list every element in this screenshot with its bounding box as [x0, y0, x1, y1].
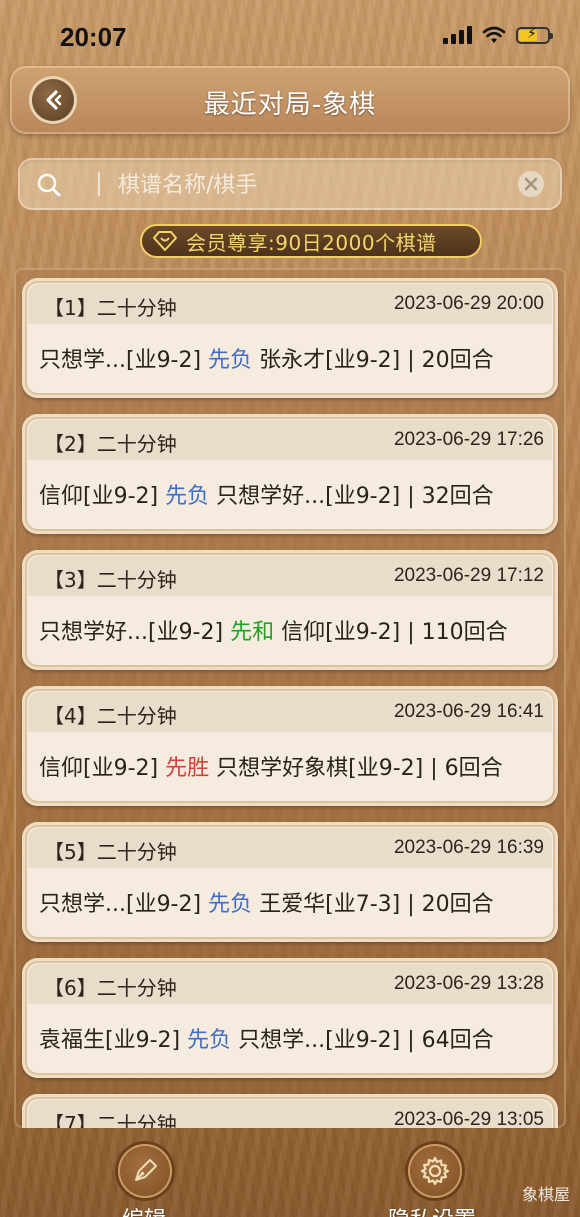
edit-label: 编辑 — [122, 1202, 166, 1217]
game-summary: 袁福生[业9-2] 先负 只想学...[业9-2] | 64回合 — [39, 1022, 494, 1054]
game-index: 【1】 — [44, 296, 97, 320]
game-result: 先负 — [208, 348, 253, 373]
wifi-icon — [482, 26, 506, 43]
move-count: | 6回合 — [430, 756, 503, 781]
header-bar: 最近对局-象棋 — [10, 66, 570, 134]
game-card[interactable]: 【6】二十分钟 2023-06-29 13:28 袁福生[业9-2] 先负 只想学.… — [22, 958, 558, 1078]
player-first: 只想学...[业9-2] — [39, 892, 202, 917]
gear-icon — [420, 1156, 450, 1186]
player-second: 只想学...[业9-2] — [238, 1028, 401, 1053]
game-datetime: 2023-06-29 16:39 — [393, 837, 544, 858]
game-result: 先负 — [187, 1028, 232, 1053]
game-index: 【2】 — [44, 432, 97, 456]
game-datetime: 2023-06-29 13:28 — [393, 973, 544, 994]
search-box[interactable] — [18, 158, 562, 210]
move-count: | 32回合 — [407, 484, 494, 509]
game-card-header: 【7】二十分钟 2023-06-29 13:05 — [28, 1100, 552, 1128]
player-second: 只想学好象棋[业9-2] — [216, 756, 424, 781]
game-index: 【4】 — [44, 704, 97, 728]
game-card[interactable]: 【2】二十分钟 2023-06-29 17:26 信仰[业9-2] 先负 只想学好.… — [22, 414, 558, 534]
game-datetime: 2023-06-29 17:12 — [393, 565, 544, 586]
player-second: 张永才[业9-2] — [259, 348, 401, 373]
search-icon — [37, 173, 61, 197]
game-datetime: 2023-06-29 16:41 — [393, 701, 544, 722]
status-time: 20:07 — [60, 22, 127, 52]
game-mode: 二十分钟 — [96, 432, 177, 456]
pen-icon — [135, 1159, 157, 1181]
game-mode: 二十分钟 — [96, 704, 177, 728]
game-title: 【3】二十分钟 — [44, 564, 177, 593]
move-count: | 110回合 — [407, 620, 508, 645]
game-datetime: 2023-06-29 20:00 — [393, 293, 544, 314]
player-first: 信仰[业9-2] — [39, 484, 159, 509]
player-second: 只想学好...[业9-2] — [216, 484, 401, 509]
cellular-signal-icon — [443, 26, 472, 44]
game-title: 【5】二十分钟 — [44, 836, 177, 865]
status-bar: 20:07 ⚡ — [0, 0, 580, 70]
game-result: 先和 — [230, 620, 275, 645]
game-datetime: 2023-06-29 17:26 — [393, 429, 544, 450]
game-result: 先胜 — [165, 756, 210, 781]
game-summary: 信仰[业9-2] 先负 只想学好...[业9-2] | 32回合 — [39, 478, 494, 510]
game-index: 【3】 — [44, 568, 97, 592]
move-count: | 20回合 — [407, 892, 494, 917]
move-count: | 64回合 — [407, 1028, 494, 1053]
privacy-settings-button[interactable] — [408, 1144, 462, 1198]
game-title: 【6】二十分钟 — [44, 972, 177, 1001]
diamond-heart-icon — [153, 231, 177, 251]
game-mode: 二十分钟 — [96, 840, 177, 864]
move-count: | 20回合 — [407, 348, 494, 373]
game-title: 【1】二十分钟 — [44, 292, 177, 321]
game-list: 【1】二十分钟 2023-06-29 20:00 只想学...[业9-2] 先负 张… — [14, 268, 566, 1128]
player-second: 王爱华[业7-3] — [259, 892, 401, 917]
game-title: 【4】二十分钟 — [44, 700, 177, 729]
player-first: 袁福生[业9-2] — [39, 1028, 181, 1053]
game-card[interactable]: 【5】二十分钟 2023-06-29 16:39 只想学...[业9-2] 先负 王… — [22, 822, 558, 942]
game-mode: 二十分钟 — [96, 296, 177, 320]
game-mode: 二十分钟 — [96, 976, 177, 1000]
game-mode: 二十分钟 — [96, 568, 177, 592]
player-first: 只想学...[业9-2] — [39, 348, 202, 373]
game-card-header: 【3】二十分钟 2023-06-29 17:12 — [28, 556, 552, 596]
player-second: 信仰[业9-2] — [281, 620, 401, 645]
search-separator — [98, 172, 100, 196]
edit-button[interactable] — [118, 1144, 172, 1198]
game-mode: 二十分钟 — [96, 1112, 177, 1128]
clear-search-button[interactable] — [518, 171, 544, 197]
game-summary: 只想学...[业9-2] 先负 张永才[业9-2] | 20回合 — [39, 342, 494, 374]
game-card[interactable]: 【1】二十分钟 2023-06-29 20:00 只想学...[业9-2] 先负 张… — [22, 278, 558, 398]
game-index: 【5】 — [44, 840, 97, 864]
game-card-header: 【6】二十分钟 2023-06-29 13:28 — [28, 964, 552, 1004]
game-datetime: 2023-06-29 13:05 — [393, 1109, 544, 1128]
player-first: 信仰[业9-2] — [39, 756, 159, 781]
status-icons: ⚡ — [443, 26, 553, 44]
search-input[interactable] — [116, 168, 520, 202]
game-result: 先负 — [165, 484, 210, 509]
game-card-header: 【4】二十分钟 2023-06-29 16:41 — [28, 692, 552, 732]
vip-banner-text: 会员尊享:90日2000个棋谱 — [186, 230, 437, 255]
game-card[interactable]: 【3】二十分钟 2023-06-29 17:12 只想学好...[业9-2] 先和 … — [22, 550, 558, 670]
game-index: 【7】 — [44, 1112, 97, 1128]
close-icon — [524, 177, 538, 191]
bottom-nav: 编辑 隐私设置 象棋屋 — [0, 1132, 580, 1217]
game-index: 【6】 — [44, 976, 97, 1000]
game-card[interactable]: 【7】二十分钟 2023-06-29 13:05 — [22, 1094, 558, 1128]
player-first: 只想学好...[业9-2] — [39, 620, 224, 645]
game-summary: 信仰[业9-2] 先胜 只想学好象棋[业9-2] | 6回合 — [39, 750, 503, 782]
privacy-settings-label: 隐私设置 — [388, 1202, 476, 1217]
game-card-header: 【1】二十分钟 2023-06-29 20:00 — [28, 284, 552, 324]
game-summary: 只想学...[业9-2] 先负 王爱华[业7-3] | 20回合 — [39, 886, 494, 918]
page-title: 最近对局-象棋 — [203, 90, 377, 120]
game-card-header: 【5】二十分钟 2023-06-29 16:39 — [28, 828, 552, 868]
game-summary: 只想学好...[业9-2] 先和 信仰[业9-2] | 110回合 — [39, 614, 508, 646]
game-card[interactable]: 【4】二十分钟 2023-06-29 16:41 信仰[业9-2] 先胜 只想学好象… — [22, 686, 558, 806]
battery-icon: ⚡ — [516, 26, 553, 44]
vip-banner[interactable]: 会员尊享:90日2000个棋谱 — [140, 224, 482, 258]
game-title: 【2】二十分钟 — [44, 428, 177, 457]
game-card-header: 【2】二十分钟 2023-06-29 17:26 — [28, 420, 552, 460]
game-result: 先负 — [208, 892, 253, 917]
game-title: 【7】二十分钟 — [44, 1108, 177, 1128]
watermark: 象棋屋 — [521, 1185, 570, 1204]
